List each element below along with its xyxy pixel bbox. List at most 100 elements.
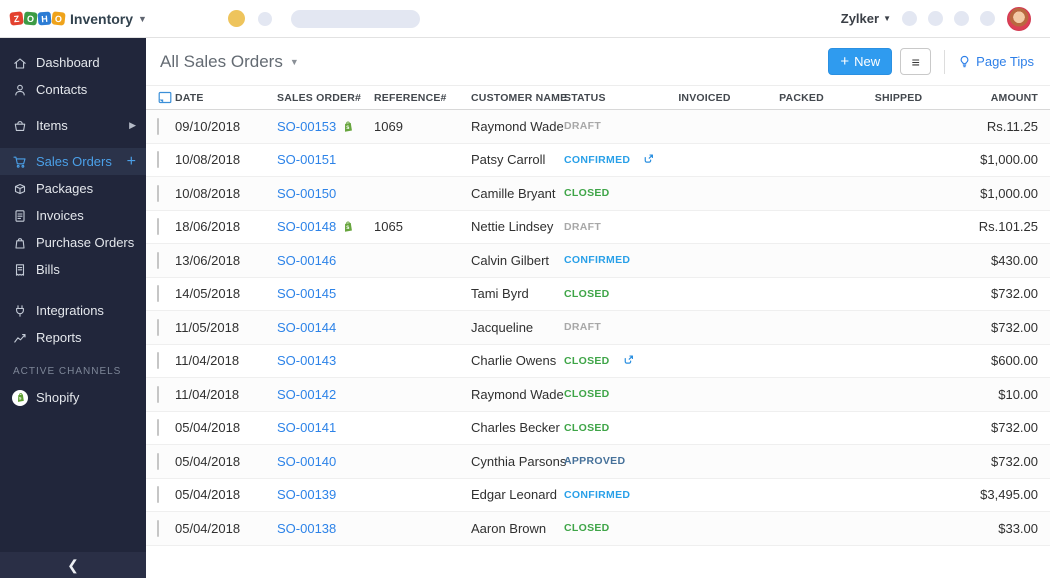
page-tips-button[interactable]: Page Tips xyxy=(958,54,1034,69)
customer-name-cell: Charles Becker xyxy=(471,420,560,436)
org-switcher[interactable]: Zylker ▼ xyxy=(841,11,891,26)
sales-order-link[interactable]: SO-00144 xyxy=(277,320,336,335)
sales-order-link[interactable]: SO-00150 xyxy=(277,186,336,201)
row-checkbox[interactable] xyxy=(157,318,159,336)
status-cell: CLOSED xyxy=(564,288,656,300)
sidebar-collapse-button[interactable]: ❮ xyxy=(0,552,146,578)
yellow-circle-placeholder[interactable] xyxy=(228,10,245,27)
column-header-status[interactable]: STATUS xyxy=(564,92,656,104)
table-row[interactable]: 11/04/2018 SO-00143 Charlie Owens CLOSED… xyxy=(146,344,1050,378)
amount-cell: $732.00 xyxy=(991,420,1038,436)
app-logo[interactable]: Z O H O Inventory ▼ xyxy=(0,11,147,27)
column-header-customer-name[interactable]: CUSTOMER NAME xyxy=(471,92,567,104)
sales-order-link[interactable]: SO-00141 xyxy=(277,420,336,435)
chevron-down-icon[interactable]: ▼ xyxy=(138,14,147,24)
sidebar-item-shopify[interactable]: s Shopify xyxy=(0,384,146,411)
row-checkbox[interactable] xyxy=(157,218,159,236)
sidebar-item-reports[interactable]: Reports xyxy=(0,324,146,351)
table-row[interactable]: 14/05/2018 SO-00145 Tami Byrd CLOSED $73… xyxy=(146,277,1050,311)
add-sales-order-button[interactable]: + xyxy=(127,153,136,170)
sidebar-item-integrations[interactable]: Integrations xyxy=(0,297,146,324)
topbar-icon-button-2[interactable] xyxy=(928,11,943,26)
sidebar-item-packages[interactable]: Packages xyxy=(0,175,146,202)
date-cell: 10/08/2018 xyxy=(175,152,241,168)
sales-order-link[interactable]: SO-00151 xyxy=(277,152,336,167)
row-checkbox[interactable] xyxy=(157,452,159,470)
sales-order-link[interactable]: SO-00142 xyxy=(277,387,336,402)
column-header-amount[interactable]: AMOUNT xyxy=(991,92,1050,104)
sales-order-link[interactable]: SO-00139 xyxy=(277,487,336,502)
table-row[interactable]: 18/06/2018 SO-00148 s 1065 Nettie Lindse… xyxy=(146,210,1050,244)
sidebar-item-dashboard[interactable]: Dashboard xyxy=(0,49,146,76)
status-badge: APPROVED xyxy=(564,455,626,468)
topbar-icon-button-1[interactable] xyxy=(902,11,917,26)
row-checkbox[interactable] xyxy=(157,352,159,370)
row-checkbox[interactable] xyxy=(157,117,159,135)
customer-name-cell: Cynthia Parsons xyxy=(471,453,567,469)
header-controls: + New ≡ Page Tips xyxy=(828,48,1034,75)
amount-cell: Rs.101.25 xyxy=(978,219,1038,235)
date-cell: 13/06/2018 xyxy=(175,252,241,268)
logo-tile-z: Z xyxy=(9,11,24,26)
sales-order-cell: SO-00138 xyxy=(277,521,374,536)
column-header-packed[interactable]: PACKED xyxy=(779,92,824,104)
topbar-icon-button-4[interactable] xyxy=(980,11,995,26)
table-row[interactable]: 05/04/2018 SO-00139 Edgar Leonard CONFIR… xyxy=(146,478,1050,512)
sales-order-link[interactable]: SO-00138 xyxy=(277,521,336,536)
table-row[interactable]: 05/04/2018 SO-00141 Charles Becker CLOSE… xyxy=(146,411,1050,445)
table-row[interactable]: 09/10/2018 SO-00153 s 1069 Raymond Wade … xyxy=(146,110,1050,144)
sales-order-link[interactable]: SO-00148 s xyxy=(277,219,354,234)
amount-cell: $732.00 xyxy=(991,453,1038,469)
column-header-sales-order[interactable]: SALES ORDER# xyxy=(277,92,374,104)
row-checkbox[interactable] xyxy=(157,184,159,202)
row-checkbox[interactable] xyxy=(157,285,159,303)
row-checkbox[interactable] xyxy=(157,519,159,537)
date-cell: 11/05/2018 xyxy=(175,319,240,335)
column-header-reference[interactable]: REFERENCE# xyxy=(374,92,471,104)
topbar-icon-button-3[interactable] xyxy=(954,11,969,26)
column-header-date[interactable]: DATE xyxy=(175,92,277,104)
customer-name-cell: Edgar Leonard xyxy=(471,487,558,503)
status-badge: CLOSED xyxy=(564,388,610,401)
date-cell: 14/05/2018 xyxy=(175,286,241,302)
sidebar-item-items[interactable]: Items ▶ xyxy=(0,112,146,139)
row-checkbox[interactable] xyxy=(157,419,159,437)
row-checkbox[interactable] xyxy=(157,251,159,269)
row-checkbox[interactable] xyxy=(157,486,159,504)
sales-order-link[interactable]: SO-00153 s xyxy=(277,119,354,134)
column-header-invoiced[interactable]: INVOICED xyxy=(678,92,730,104)
pill-placeholder[interactable] xyxy=(291,9,420,28)
date-cell: 05/04/2018 xyxy=(175,520,241,536)
sidebar-item-purchase-orders[interactable]: Purchase Orders xyxy=(0,229,146,256)
sidebar-item-bills[interactable]: Bills xyxy=(0,256,146,283)
status-badge: DRAFT xyxy=(564,120,602,133)
row-checkbox[interactable] xyxy=(157,151,159,169)
table-row[interactable]: 05/04/2018 SO-00140 Cynthia Parsons APPR… xyxy=(146,445,1050,479)
sales-order-link[interactable]: SO-00140 xyxy=(277,454,336,469)
sales-order-link[interactable]: SO-00145 xyxy=(277,286,336,301)
select-all-button[interactable] xyxy=(146,91,175,104)
row-checkbox[interactable] xyxy=(157,385,159,403)
new-button[interactable]: + New xyxy=(828,48,893,75)
gray-circle-placeholder[interactable] xyxy=(258,11,272,26)
status-cell: CLOSED xyxy=(564,388,656,400)
table-row[interactable]: 11/05/2018 SO-00144 Jacqueline DRAFT $73… xyxy=(146,311,1050,345)
sales-order-link[interactable]: SO-00146 xyxy=(277,253,336,268)
table-row[interactable]: 05/04/2018 SO-00138 Aaron Brown CLOSED $… xyxy=(146,512,1050,546)
table-row[interactable]: 13/06/2018 SO-00146 Calvin Gilbert CONFI… xyxy=(146,244,1050,278)
backorder-icon xyxy=(622,354,635,367)
table-row[interactable]: 11/04/2018 SO-00142 Raymond Wade CLOSED … xyxy=(146,378,1050,412)
sidebar-item-sales-orders[interactable]: Sales Orders + xyxy=(0,148,146,175)
sidebar-item-invoices[interactable]: Invoices xyxy=(0,202,146,229)
sales-order-link[interactable]: SO-00143 xyxy=(277,353,336,368)
avatar[interactable] xyxy=(1007,6,1031,31)
sidebar-item-contacts[interactable]: Contacts xyxy=(0,76,146,103)
table-row[interactable]: 10/08/2018 SO-00151 Patsy Carroll CONFIR… xyxy=(146,143,1050,177)
page-title-dropdown[interactable]: All Sales Orders ▼ xyxy=(160,52,299,72)
table-row[interactable]: 10/08/2018 SO-00150 Camille Bryant CLOSE… xyxy=(146,177,1050,211)
list-view-menu-button[interactable]: ≡ xyxy=(900,48,932,75)
status-badge: CLOSED xyxy=(564,354,610,367)
sales-order-number: SO-00146 xyxy=(277,252,337,268)
column-header-shipped[interactable]: SHIPPED xyxy=(875,92,923,104)
status-cell: CONFIRMED xyxy=(564,254,656,266)
